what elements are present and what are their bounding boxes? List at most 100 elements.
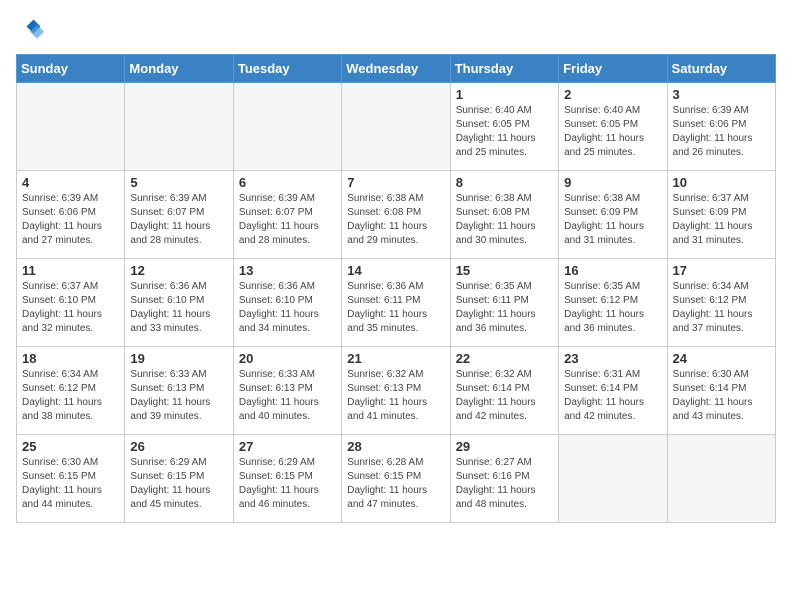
calendar-cell: 13 Sunrise: 6:36 AM Sunset: 6:10 PM Dayli… xyxy=(233,259,341,347)
day-info: Sunrise: 6:39 AM Sunset: 6:06 PM Dayligh… xyxy=(673,104,770,160)
calendar-cell xyxy=(17,83,125,171)
day-info: Sunrise: 6:38 AM Sunset: 6:09 PM Dayligh… xyxy=(564,192,661,248)
day-info: Sunrise: 6:39 AM Sunset: 6:07 PM Dayligh… xyxy=(130,192,227,248)
calendar-cell: 14 Sunrise: 6:36 AM Sunset: 6:11 PM Dayli… xyxy=(342,259,450,347)
day-info: Sunrise: 6:29 AM Sunset: 6:15 PM Dayligh… xyxy=(130,456,227,512)
day-info: Sunrise: 6:37 AM Sunset: 6:10 PM Dayligh… xyxy=(22,280,119,336)
day-number: 5 xyxy=(130,175,227,190)
day-number: 2 xyxy=(564,87,661,102)
day-number: 28 xyxy=(347,439,444,454)
logo-icon xyxy=(16,16,44,44)
day-info: Sunrise: 6:37 AM Sunset: 6:09 PM Dayligh… xyxy=(673,192,770,248)
day-info: Sunrise: 6:36 AM Sunset: 6:10 PM Dayligh… xyxy=(130,280,227,336)
calendar-cell: 9 Sunrise: 6:38 AM Sunset: 6:09 PM Daylig… xyxy=(559,171,667,259)
day-info: Sunrise: 6:30 AM Sunset: 6:14 PM Dayligh… xyxy=(673,368,770,424)
day-info: Sunrise: 6:31 AM Sunset: 6:14 PM Dayligh… xyxy=(564,368,661,424)
day-number: 16 xyxy=(564,263,661,278)
day-info: Sunrise: 6:27 AM Sunset: 6:16 PM Dayligh… xyxy=(456,456,553,512)
calendar-cell: 21 Sunrise: 6:32 AM Sunset: 6:13 PM Dayli… xyxy=(342,347,450,435)
day-number: 26 xyxy=(130,439,227,454)
calendar-cell: 18 Sunrise: 6:34 AM Sunset: 6:12 PM Dayli… xyxy=(17,347,125,435)
day-info: Sunrise: 6:36 AM Sunset: 6:11 PM Dayligh… xyxy=(347,280,444,336)
day-number: 9 xyxy=(564,175,661,190)
weekday-header-thursday: Thursday xyxy=(450,55,558,83)
day-info: Sunrise: 6:40 AM Sunset: 6:05 PM Dayligh… xyxy=(564,104,661,160)
calendar-cell: 26 Sunrise: 6:29 AM Sunset: 6:15 PM Dayli… xyxy=(125,435,233,523)
calendar-cell xyxy=(342,83,450,171)
day-number: 7 xyxy=(347,175,444,190)
weekday-header-wednesday: Wednesday xyxy=(342,55,450,83)
calendar-cell xyxy=(559,435,667,523)
calendar-cell: 3Sunrise: 6:39 AM Sunset: 6:06 PM Daylig… xyxy=(667,83,775,171)
day-number: 14 xyxy=(347,263,444,278)
day-number: 15 xyxy=(456,263,553,278)
calendar-cell: 7 Sunrise: 6:38 AM Sunset: 6:08 PM Daylig… xyxy=(342,171,450,259)
day-number: 24 xyxy=(673,351,770,366)
week-row-2: 4Sunrise: 6:39 AM Sunset: 6:06 PM Daylig… xyxy=(17,171,776,259)
day-number: 18 xyxy=(22,351,119,366)
calendar-cell: 16 Sunrise: 6:35 AM Sunset: 6:12 PM Dayli… xyxy=(559,259,667,347)
day-number: 8 xyxy=(456,175,553,190)
day-info: Sunrise: 6:32 AM Sunset: 6:13 PM Dayligh… xyxy=(347,368,444,424)
day-info: Sunrise: 6:39 AM Sunset: 6:07 PM Dayligh… xyxy=(239,192,336,248)
day-info: Sunrise: 6:34 AM Sunset: 6:12 PM Dayligh… xyxy=(22,368,119,424)
day-number: 23 xyxy=(564,351,661,366)
calendar-cell xyxy=(667,435,775,523)
calendar-cell: 19 Sunrise: 6:33 AM Sunset: 6:13 PM Dayli… xyxy=(125,347,233,435)
day-number: 29 xyxy=(456,439,553,454)
calendar-cell: 28 Sunrise: 6:28 AM Sunset: 6:15 PM Dayli… xyxy=(342,435,450,523)
day-number: 19 xyxy=(130,351,227,366)
weekday-header-friday: Friday xyxy=(559,55,667,83)
day-number: 1 xyxy=(456,87,553,102)
week-row-1: 1 Sunrise: 6:40 AM Sunset: 6:05 PM Daylig… xyxy=(17,83,776,171)
calendar-cell xyxy=(233,83,341,171)
calendar-cell: 27 Sunrise: 6:29 AM Sunset: 6:15 PM Dayli… xyxy=(233,435,341,523)
week-row-5: 25 Sunrise: 6:30 AM Sunset: 6:15 PM Dayli… xyxy=(17,435,776,523)
day-number: 21 xyxy=(347,351,444,366)
calendar-cell: 29 Sunrise: 6:27 AM Sunset: 6:16 PM Dayli… xyxy=(450,435,558,523)
calendar-cell: 1 Sunrise: 6:40 AM Sunset: 6:05 PM Daylig… xyxy=(450,83,558,171)
calendar-cell xyxy=(125,83,233,171)
day-number: 12 xyxy=(130,263,227,278)
page-header xyxy=(16,16,776,44)
day-info: Sunrise: 6:29 AM Sunset: 6:15 PM Dayligh… xyxy=(239,456,336,512)
calendar-cell: 4Sunrise: 6:39 AM Sunset: 6:06 PM Daylig… xyxy=(17,171,125,259)
day-number: 6 xyxy=(239,175,336,190)
day-number: 20 xyxy=(239,351,336,366)
day-number: 27 xyxy=(239,439,336,454)
calendar-cell: 8 Sunrise: 6:38 AM Sunset: 6:08 PM Daylig… xyxy=(450,171,558,259)
calendar-cell: 15 Sunrise: 6:35 AM Sunset: 6:11 PM Dayli… xyxy=(450,259,558,347)
calendar-cell: 22 Sunrise: 6:32 AM Sunset: 6:14 PM Dayli… xyxy=(450,347,558,435)
day-info: Sunrise: 6:33 AM Sunset: 6:13 PM Dayligh… xyxy=(130,368,227,424)
day-info: Sunrise: 6:38 AM Sunset: 6:08 PM Dayligh… xyxy=(456,192,553,248)
calendar-cell: 5 Sunrise: 6:39 AM Sunset: 6:07 PM Daylig… xyxy=(125,171,233,259)
day-info: Sunrise: 6:40 AM Sunset: 6:05 PM Dayligh… xyxy=(456,104,553,160)
weekday-header-tuesday: Tuesday xyxy=(233,55,341,83)
weekday-header-row: SundayMondayTuesdayWednesdayThursdayFrid… xyxy=(17,55,776,83)
calendar-cell: 17Sunrise: 6:34 AM Sunset: 6:12 PM Dayli… xyxy=(667,259,775,347)
day-number: 13 xyxy=(239,263,336,278)
day-info: Sunrise: 6:33 AM Sunset: 6:13 PM Dayligh… xyxy=(239,368,336,424)
day-info: Sunrise: 6:36 AM Sunset: 6:10 PM Dayligh… xyxy=(239,280,336,336)
day-info: Sunrise: 6:35 AM Sunset: 6:11 PM Dayligh… xyxy=(456,280,553,336)
day-number: 25 xyxy=(22,439,119,454)
week-row-3: 11 Sunrise: 6:37 AM Sunset: 6:10 PM Dayli… xyxy=(17,259,776,347)
calendar-cell: 6 Sunrise: 6:39 AM Sunset: 6:07 PM Daylig… xyxy=(233,171,341,259)
day-info: Sunrise: 6:28 AM Sunset: 6:15 PM Dayligh… xyxy=(347,456,444,512)
calendar-cell: 20 Sunrise: 6:33 AM Sunset: 6:13 PM Dayli… xyxy=(233,347,341,435)
logo xyxy=(16,16,48,44)
calendar-cell: 11 Sunrise: 6:37 AM Sunset: 6:10 PM Dayli… xyxy=(17,259,125,347)
weekday-header-sunday: Sunday xyxy=(17,55,125,83)
day-info: Sunrise: 6:30 AM Sunset: 6:15 PM Dayligh… xyxy=(22,456,119,512)
day-number: 11 xyxy=(22,263,119,278)
day-number: 17 xyxy=(673,263,770,278)
day-info: Sunrise: 6:32 AM Sunset: 6:14 PM Dayligh… xyxy=(456,368,553,424)
day-number: 10 xyxy=(673,175,770,190)
calendar-cell: 10 Sunrise: 6:37 AM Sunset: 6:09 PM Dayli… xyxy=(667,171,775,259)
day-number: 22 xyxy=(456,351,553,366)
day-info: Sunrise: 6:39 AM Sunset: 6:06 PM Dayligh… xyxy=(22,192,119,248)
calendar-cell: 12 Sunrise: 6:36 AM Sunset: 6:10 PM Dayli… xyxy=(125,259,233,347)
day-info: Sunrise: 6:35 AM Sunset: 6:12 PM Dayligh… xyxy=(564,280,661,336)
day-info: Sunrise: 6:38 AM Sunset: 6:08 PM Dayligh… xyxy=(347,192,444,248)
calendar-cell: 2 Sunrise: 6:40 AM Sunset: 6:05 PM Daylig… xyxy=(559,83,667,171)
